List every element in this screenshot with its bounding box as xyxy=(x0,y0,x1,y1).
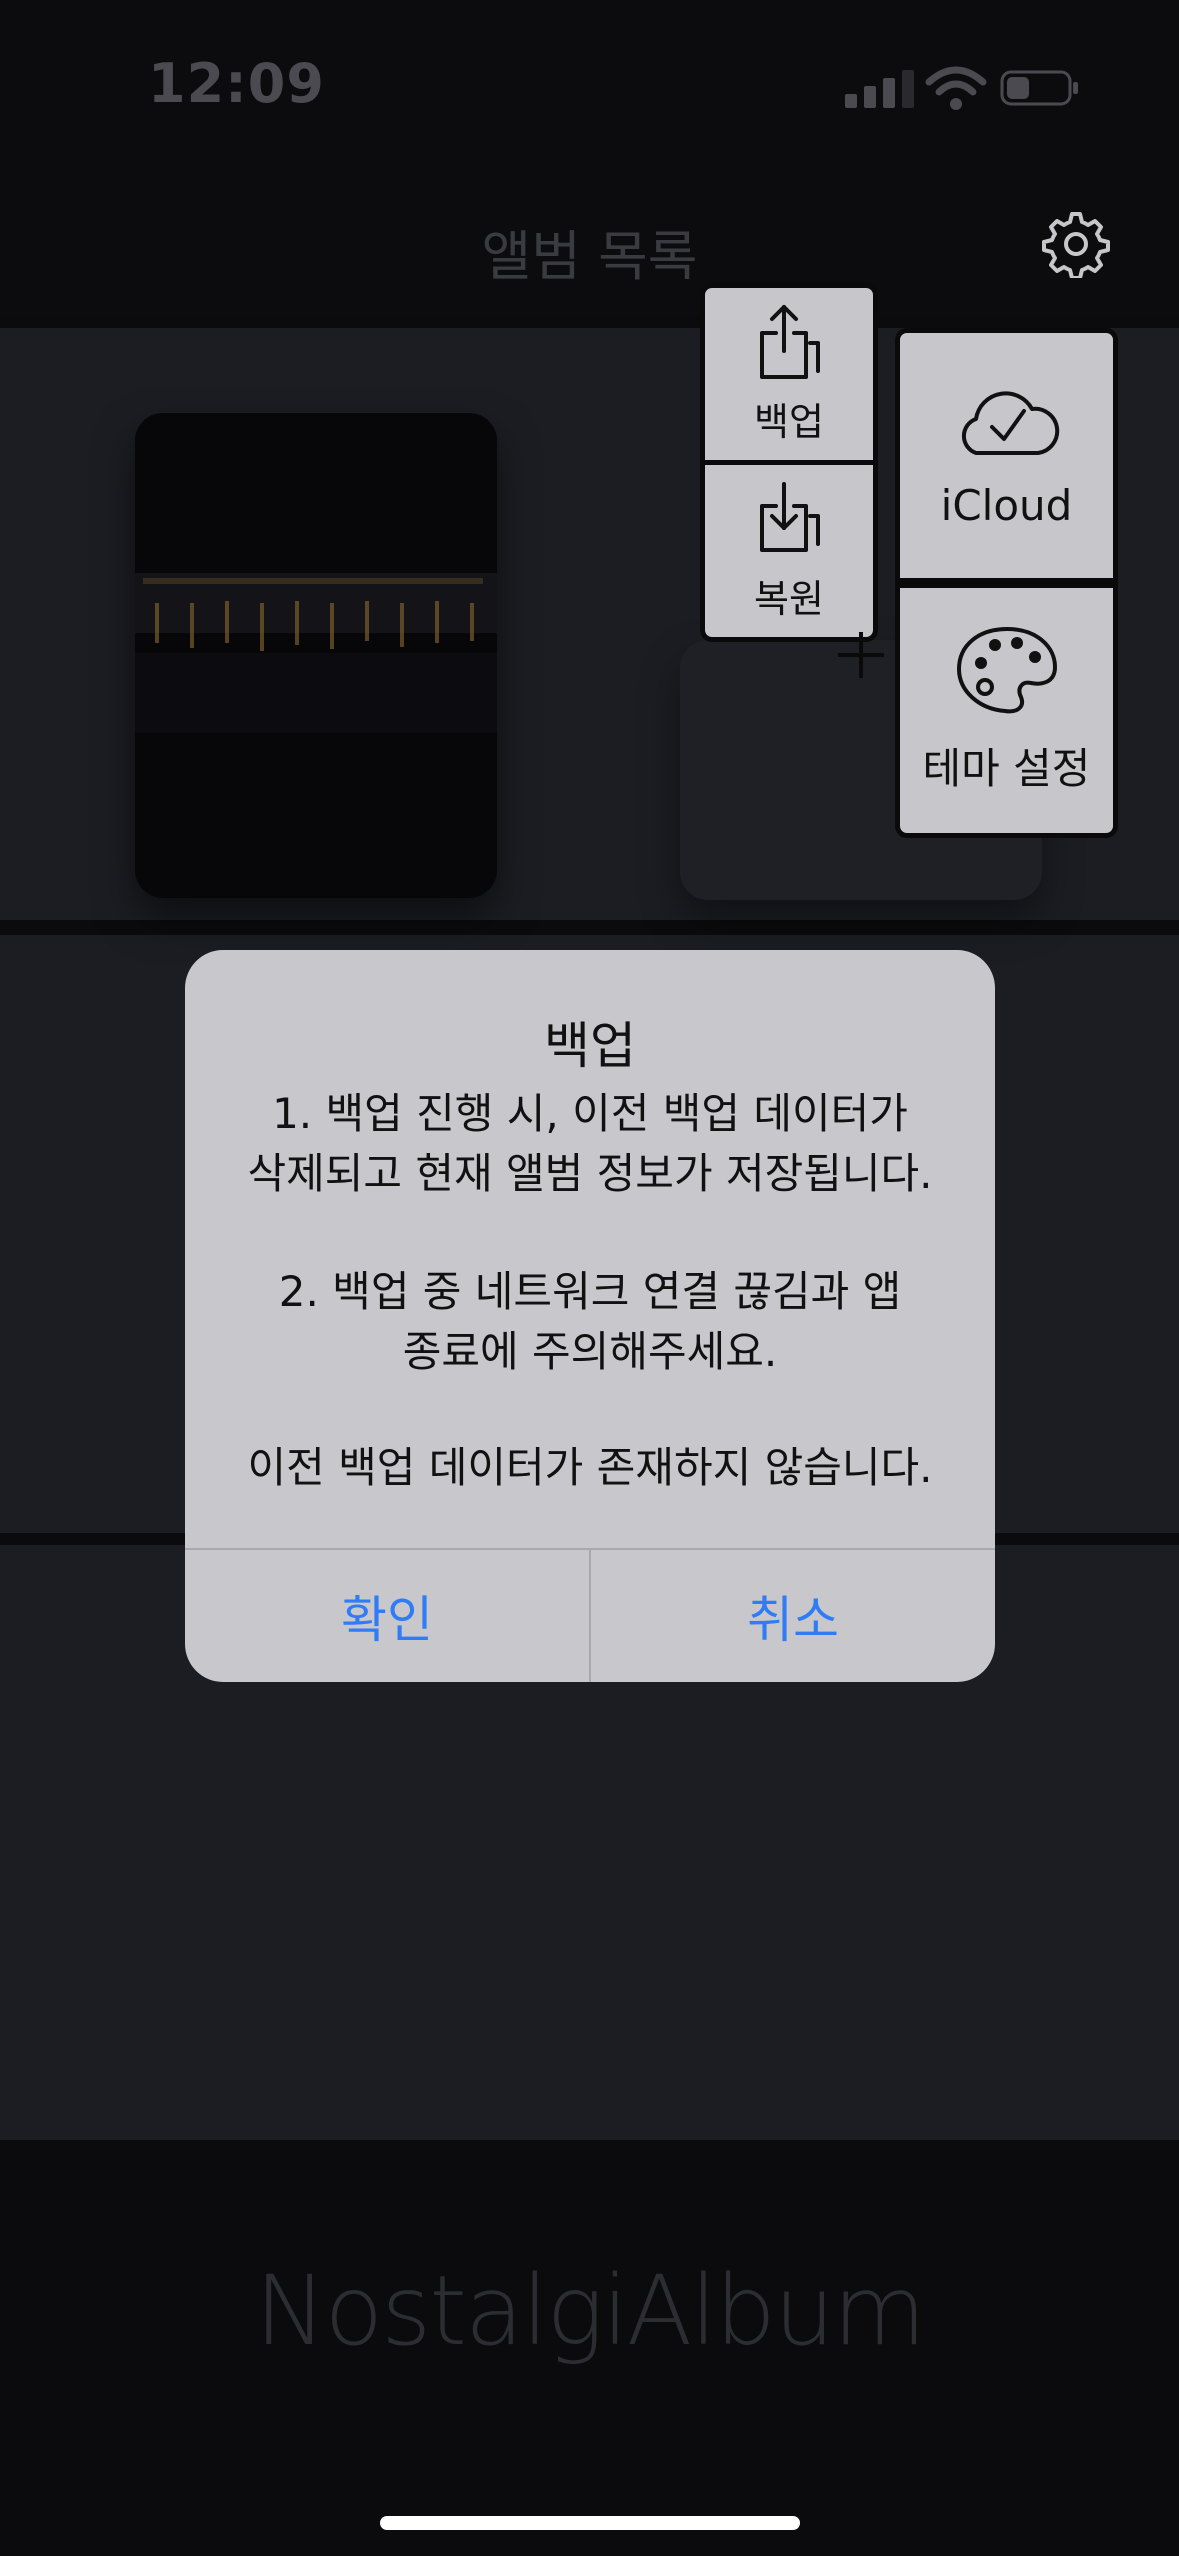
album-cover-image xyxy=(135,413,497,898)
alert-title: 백업 xyxy=(544,1017,636,1075)
alert-message-line: 삭제되고 현재 앨범 정보가 저장됩니다. xyxy=(247,1149,933,1198)
alert-message-line: 2. 백업 중 네트워크 연결 끊김과 앱 xyxy=(278,1267,902,1316)
palette-icon xyxy=(956,627,1057,714)
share-upload-icon xyxy=(760,304,820,379)
cellular-signal-icon xyxy=(845,70,914,108)
divider xyxy=(0,920,1179,935)
plus-icon xyxy=(838,632,884,678)
page-title: 앨범 목록 xyxy=(481,225,698,288)
wifi-icon xyxy=(925,66,987,110)
divider xyxy=(0,315,1179,328)
battery-icon xyxy=(1000,70,1078,106)
alert-message-line: 이전 백업 데이터가 존재하지 않습니다. xyxy=(247,1443,933,1492)
cloud-check-icon xyxy=(961,391,1059,455)
gear-icon[interactable] xyxy=(1042,210,1110,278)
album-cover-card[interactable] xyxy=(135,413,497,898)
download-icon xyxy=(760,481,820,552)
backup-label: 백업 xyxy=(754,399,824,444)
alert-message-line: 1. 백업 진행 시, 이전 백업 데이터가 xyxy=(272,1089,908,1138)
icloud-button[interactable]: iCloud xyxy=(895,328,1118,583)
restore-label: 복원 xyxy=(754,576,824,621)
cancel-button[interactable]: 취소 xyxy=(591,1550,995,1682)
theme-settings-label: 테마 설정 xyxy=(922,744,1091,793)
home-indicator[interactable] xyxy=(380,2516,800,2530)
theme-settings-button[interactable]: 테마 설정 xyxy=(895,583,1118,838)
restore-button[interactable]: 복원 xyxy=(700,460,878,642)
status-time: 12:09 xyxy=(148,52,325,115)
alert-message-line: 종료에 주의해주세요. xyxy=(402,1327,778,1376)
app-name-label: NostalgiAlbum xyxy=(254,2255,927,2367)
icloud-label: iCloud xyxy=(940,481,1073,530)
backup-alert-dialog: 백업 1. 백업 진행 시, 이전 백업 데이터가 삭제되고 현재 앨범 정보가… xyxy=(185,950,995,1682)
backup-button[interactable]: 백업 xyxy=(700,283,878,465)
confirm-button[interactable]: 확인 xyxy=(185,1550,589,1682)
